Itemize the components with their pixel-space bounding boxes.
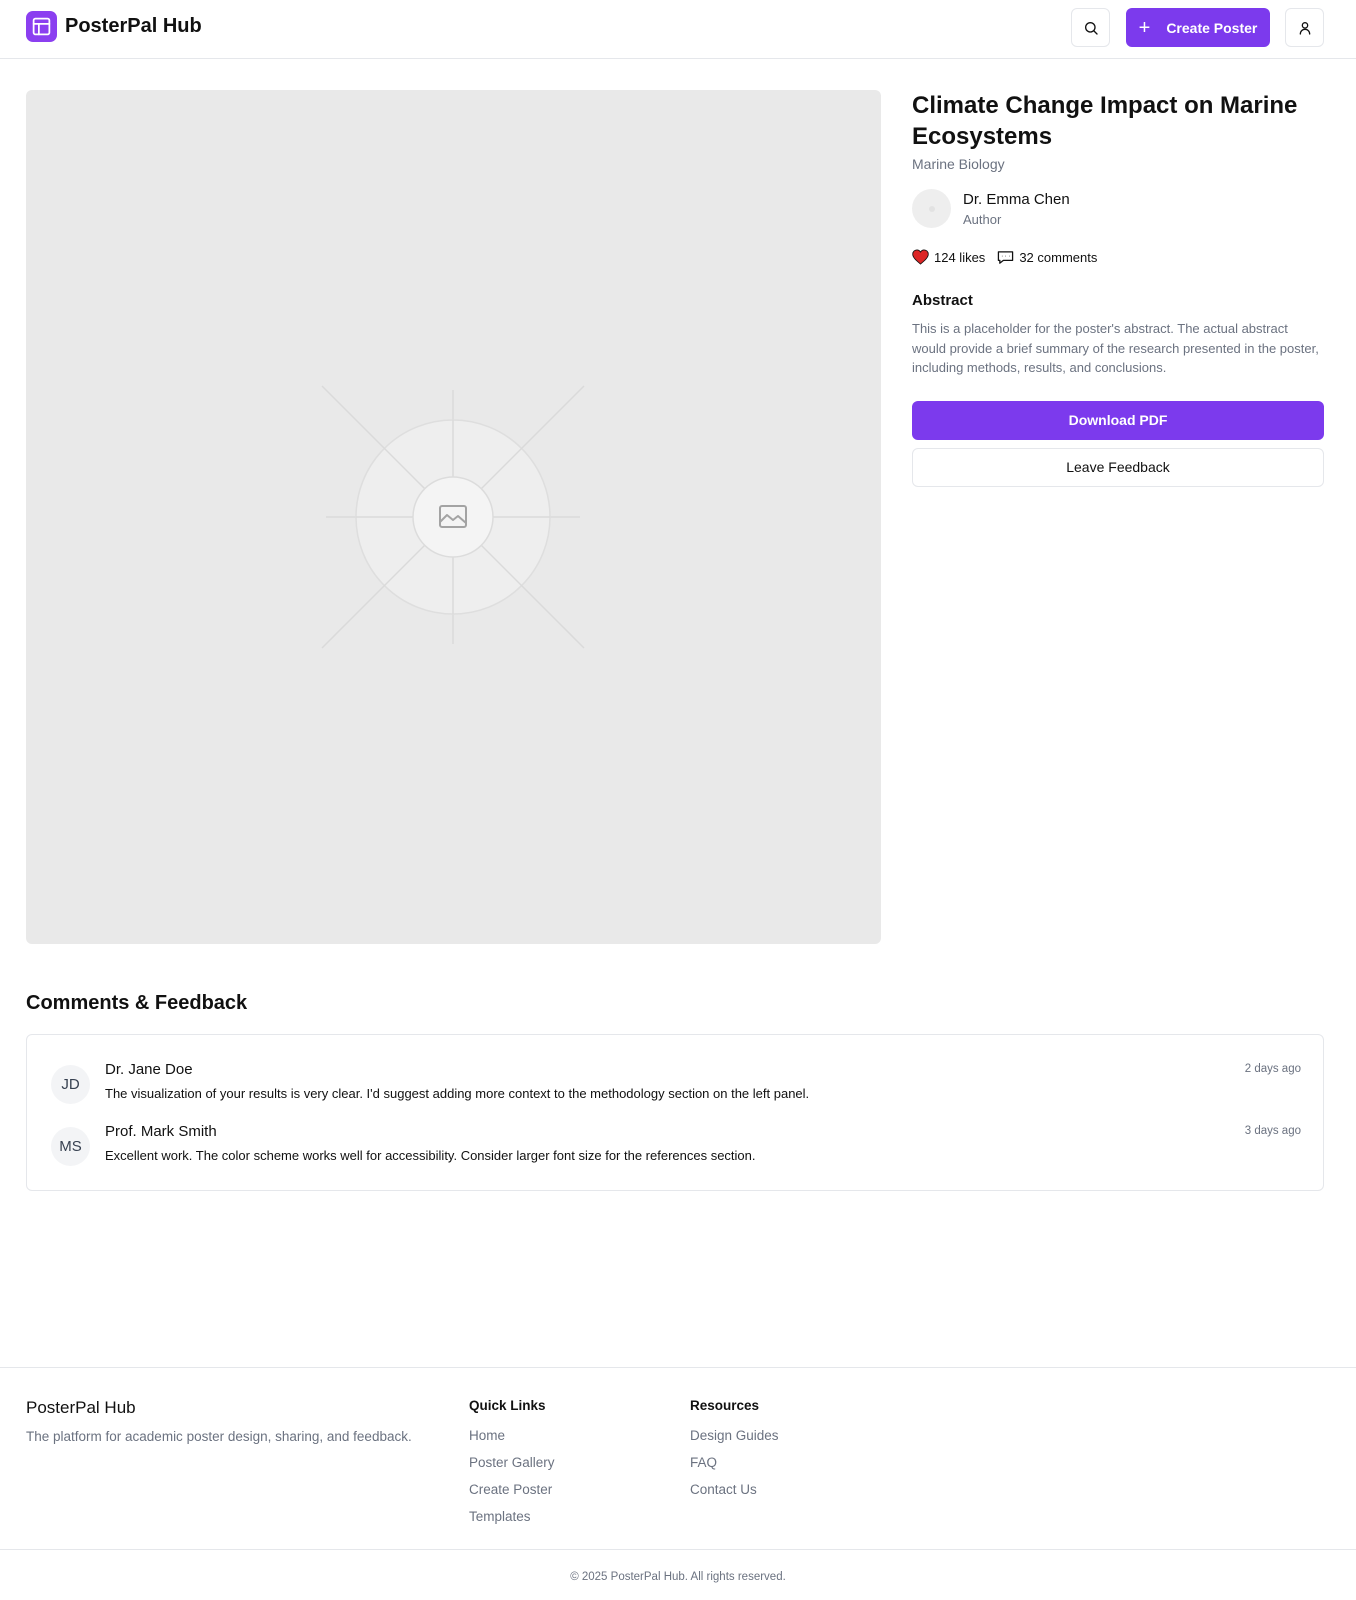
quick-links-column: Quick Links Home Poster Gallery Create P… [469,1398,555,1530]
user-account-button[interactable] [1285,8,1324,47]
comment-text: The visualization of your results is ver… [105,1086,810,1101]
resources-column: Resources Design Guides FAQ Contact Us [690,1398,779,1503]
comment-text: Excellent work. The color scheme works w… [105,1148,756,1163]
comments-count: 32 comments [1019,249,1098,265]
comment-item: MS Prof. Mark Smith Excellent work. The … [51,1123,1301,1169]
poster-stats: 124 likes 32 comments [912,249,1324,265]
footer-link-create-poster[interactable]: Create Poster [469,1476,555,1503]
comment-timestamp: 2 days ago [1244,1063,1301,1075]
top-navbar: PosterPal Hub + Create Poster [0,0,1356,59]
search-button[interactable] [1071,8,1110,47]
create-poster-label: Create Poster [1166,19,1258,36]
likes-count: 124 likes [934,249,986,265]
avatar[interactable]: MS [51,1127,90,1166]
user-icon [1299,21,1310,35]
brand-name: PosterPal Hub [65,15,202,37]
avatar [912,189,951,228]
create-poster-button[interactable]: + Create Poster [1126,8,1270,47]
comments-list: JD Dr. Jane Doe The visualization of you… [26,1034,1324,1191]
footer-link-contact-us[interactable]: Contact Us [690,1476,779,1503]
plus-icon: + [1138,16,1151,39]
quick-links-heading: Quick Links [469,1398,546,1413]
copyright-text: © 2025 PosterPal Hub. All rights reserve… [570,1571,786,1583]
footer-link-home[interactable]: Home [469,1422,555,1449]
leave-feedback-button[interactable]: Leave Feedback [912,447,1324,487]
abstract-text: This is a placeholder for the poster's a… [912,321,1319,375]
poster-preview[interactable] [26,90,881,944]
poster-category[interactable]: Marine Biology [912,156,1324,172]
footer-tagline: The platform for academic poster design,… [26,1429,412,1444]
download-pdf-button[interactable]: Download PDF [912,400,1324,440]
footer: PosterPal Hub The platform for academic … [0,1367,1356,1600]
poster-info-panel: Climate Change Impact on Marine Ecosyste… [912,90,1324,487]
resources-heading: Resources [690,1398,760,1413]
heart-icon [912,249,929,265]
footer-divider [0,1549,1356,1550]
brand[interactable]: PosterPal Hub [26,11,202,42]
footer-link-design-guides[interactable]: Design Guides [690,1422,779,1449]
layout-logo-icon [26,11,57,42]
avatar[interactable]: JD [51,1065,90,1104]
footer-link-poster-gallery[interactable]: Poster Gallery [469,1449,555,1476]
footer-link-templates[interactable]: Templates [469,1503,555,1530]
comment-author[interactable]: Dr. Jane Doe [105,1061,193,1078]
poster-title: Climate Change Impact on Marine Ecosyste… [912,92,1298,150]
likes-stat[interactable]: 124 likes [912,249,985,265]
comments-heading: Comments & Feedback [26,992,248,1014]
comments-stat[interactable]: 32 comments [997,250,1097,265]
comment-timestamp: 3 days ago [1244,1125,1301,1137]
author-role: Author [963,211,1002,227]
footer-link-faq[interactable]: FAQ [690,1449,779,1476]
author-block[interactable]: Dr. Emma Chen Author [912,189,1324,228]
comment-icon [998,250,1014,264]
search-icon [1084,21,1098,35]
comment-item: JD Dr. Jane Doe The visualization of you… [51,1061,1301,1107]
author-name: Dr. Emma Chen [963,190,1070,208]
comment-author[interactable]: Prof. Mark Smith [105,1123,217,1140]
abstract-heading: Abstract [912,292,973,309]
footer-brand: PosterPal Hub [26,1398,136,1417]
